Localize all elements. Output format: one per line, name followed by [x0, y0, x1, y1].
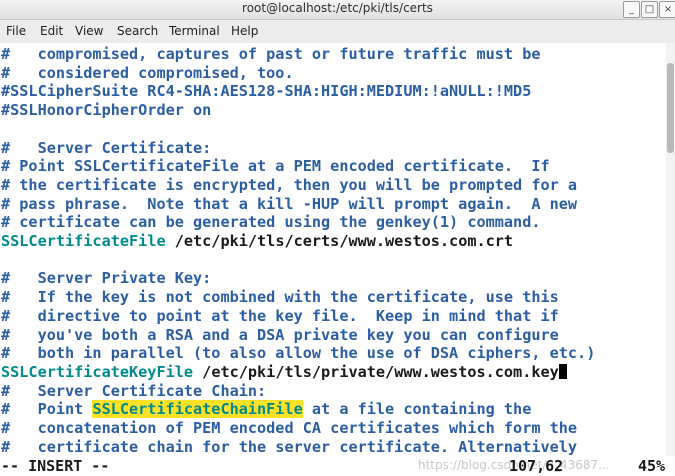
editor-line: # Point SSLCertificateFile at a PEM enco… [1, 157, 550, 175]
minimize-button[interactable]: _ [623, 1, 640, 18]
config-directive: SSLCertificateKeyFile [1, 362, 194, 381]
comment-text: # If the key is not combined with the ce… [1, 288, 559, 307]
comment-text: # directive to point at the key file. Ke… [1, 306, 559, 325]
comment-text: # Point SSLCertificateFile at a PEM enco… [1, 157, 550, 176]
editor-line: #SSLCipherSuite RC4-SHA:AES128-SHA:HIGH:… [1, 82, 531, 100]
comment-text: # Server Certificate Chain: [1, 381, 267, 400]
editor-line: SSLCertificateKeyFile /etc/pki/tls/priva… [1, 363, 567, 381]
scroll-percent: 45% [638, 457, 666, 475]
editor-line: # Server Certificate Chain: [1, 382, 266, 400]
close-button[interactable]: × [659, 1, 675, 18]
mode-indicator: -- INSERT -- [1, 457, 110, 475]
editor-line: # pass phrase. Note that a kill -HUP wil… [1, 195, 577, 213]
maximize-button[interactable]: □ [641, 1, 658, 18]
title-bar[interactable]: root@localhost:/etc/pki/tls/certs _ □ × [0, 0, 675, 20]
config-value: /etc/pki/tls/certs/www.westos.com.crt [165, 232, 514, 250]
comment-text: # you've both a RSA and a DSA private ke… [1, 325, 559, 344]
editor-line: # certificate chain for the server certi… [1, 438, 577, 456]
vim-status-line: -- INSERT -- https://blog.csdn.net/u_436… [0, 456, 675, 476]
comment-text: #SSLHonorCipherOrder on [1, 101, 212, 120]
editor-line: # directive to point at the key file. Ke… [1, 307, 559, 325]
editor-line: # Server Certificate: [1, 139, 211, 157]
editor-line: # If the key is not combined with the ce… [1, 288, 559, 306]
search-highlight: SSLCertificateChainFile [92, 400, 303, 419]
comment-text: # considered compromised, too. [1, 63, 294, 82]
comment-text: # certificate chain for the server certi… [1, 437, 578, 456]
terminal-window: root@localhost:/etc/pki/tls/certs _ □ × … [0, 0, 675, 476]
comment-text: # the certificate is encrypted, then you… [1, 175, 578, 194]
editor-line: # compromised, captures of past or futur… [1, 45, 540, 63]
comment-text: # pass phrase. Note that a kill -HUP wil… [1, 194, 578, 213]
comment-text: # Server Private Key: [1, 269, 212, 288]
editor-line: # certificate can be generated using the… [1, 213, 540, 231]
config-directive: SSLCertificateFile [1, 232, 166, 250]
editor-line: # concatenation of PEM encoded CA certif… [1, 419, 577, 437]
menu-terminal[interactable]: Terminal [169, 24, 220, 38]
comment-text: # certificate can be generated using the… [1, 213, 541, 232]
menu-help[interactable]: Help [231, 24, 258, 38]
cursor-position: 107,62 [509, 457, 564, 475]
comment-text: # compromised, captures of past or futur… [1, 45, 541, 63]
scrollbar[interactable] [666, 43, 675, 456]
comment-text: # Point [1, 400, 93, 419]
menu-edit[interactable]: Edit [40, 24, 63, 38]
editor-line: # Server Private Key: [1, 269, 211, 287]
comment-text: # Server Certificate: [1, 138, 212, 157]
comment-text: # both in parallel (to also allow the us… [1, 344, 596, 363]
comment-text: at a file containing the [302, 400, 532, 419]
editor-line: # the certificate is encrypted, then you… [1, 176, 577, 194]
menu-bar: File Edit View Search Terminal Help [0, 20, 675, 44]
editor-line: #SSLHonorCipherOrder on [1, 101, 211, 119]
editor-line: # considered compromised, too. [1, 64, 294, 82]
text-cursor [558, 363, 567, 379]
editor-line: # both in parallel (to also allow the us… [1, 344, 595, 362]
editor-line: SSLCertificateFile /etc/pki/tls/certs/ww… [1, 232, 513, 250]
vim-editor[interactable]: # compromised, captures of past or futur… [0, 43, 675, 476]
editor-line: # Point SSLCertificateChainFile at a fil… [1, 400, 532, 419]
menu-file[interactable]: File [6, 24, 26, 38]
comment-text: # concatenation of PEM encoded CA certif… [1, 419, 578, 437]
menu-search[interactable]: Search [117, 24, 158, 38]
comment-text: #SSLCipherSuite RC4-SHA:AES128-SHA:HIGH:… [1, 82, 532, 101]
menu-view[interactable]: View [75, 24, 103, 38]
editor-line: # you've both a RSA and a DSA private ke… [1, 326, 559, 344]
window-title: root@localhost:/etc/pki/tls/certs [242, 1, 433, 15]
config-value: /etc/pki/tls/private/www.westos.com.key [193, 362, 559, 381]
scrollbar-thumb[interactable] [667, 63, 674, 153]
